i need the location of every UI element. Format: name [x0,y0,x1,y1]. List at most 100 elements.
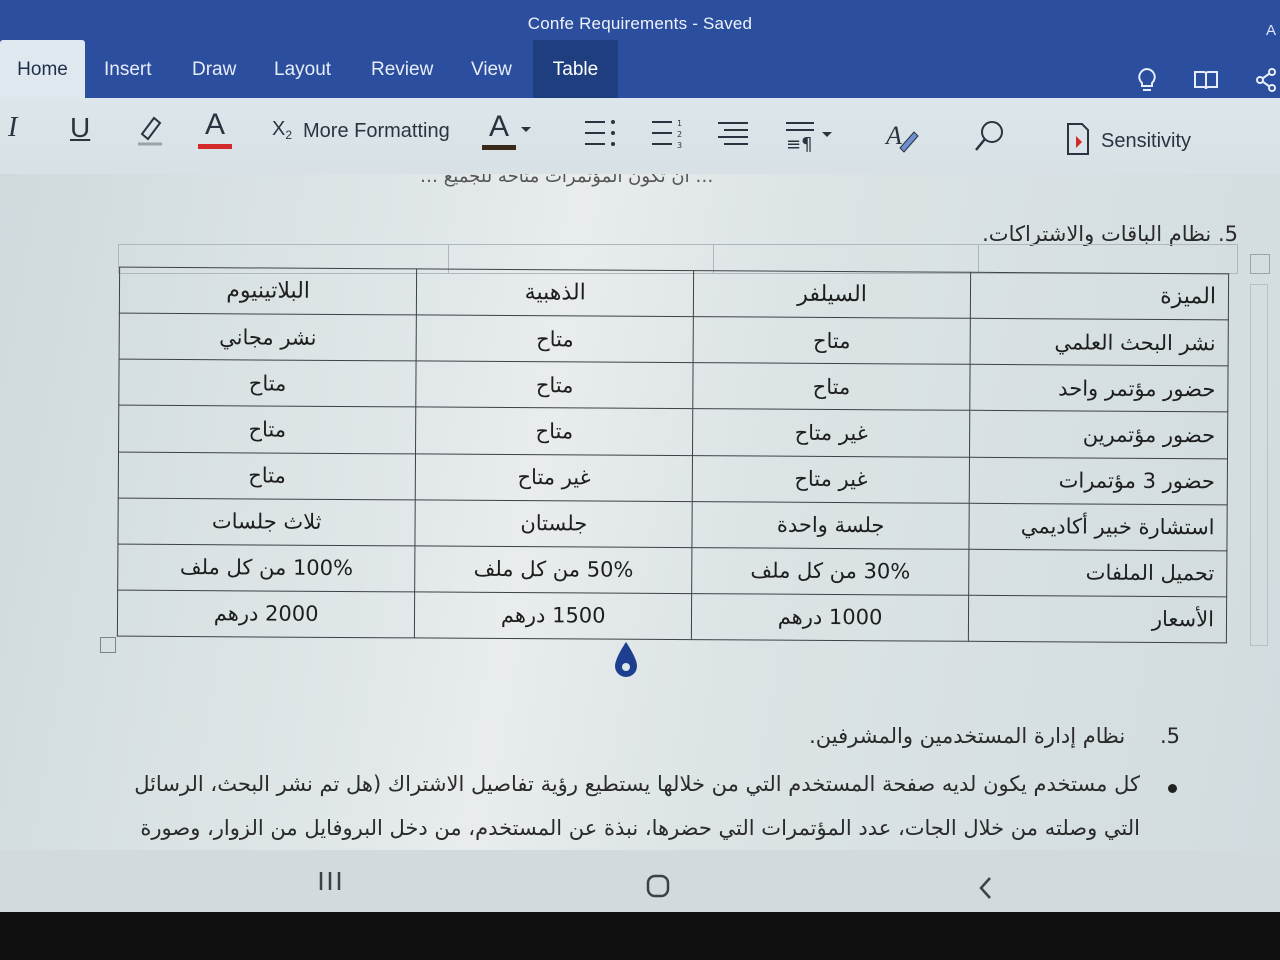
svg-text:1: 1 [677,119,682,128]
table-cell[interactable]: غير متاح [692,408,970,457]
subscript-2: 2 [285,128,293,143]
bullet-marker [1168,784,1177,793]
styles-letter: A [488,110,509,143]
table-row: حضور مؤتمرين غير متاح متاح متاح [118,405,1228,459]
svg-text:≡¶: ≡¶ [786,134,813,152]
table-cell[interactable]: متاح [118,451,416,500]
header-cell-silver[interactable]: السيلفر [693,270,971,319]
styles-pane-icon[interactable]: A [884,118,920,154]
lightbulb-icon[interactable] [1133,66,1161,94]
system-nav-bar [0,850,1280,912]
table-cell[interactable]: متاح [118,359,417,408]
more-formatting-button[interactable]: More Formatting [303,120,450,143]
subscript-x: X [272,118,286,140]
back-icon[interactable] [978,876,994,900]
svg-text:2: 2 [677,130,682,139]
subscript-button[interactable]: X2 [272,118,292,142]
title-bar: Confe Requirements - Saved A [0,0,1280,44]
table-cell[interactable]: متاح [416,361,694,409]
header-cell-feature[interactable]: الميزة [970,272,1229,321]
styles-swatch [482,145,516,150]
table-cell[interactable]: حضور مؤتمر واحد [969,364,1229,413]
recent-apps-icon[interactable] [318,870,342,892]
tab-view[interactable]: View [457,40,526,98]
table-cell[interactable]: استشارة خبير أكاديمي [968,502,1228,551]
styles-button[interactable]: A [482,112,534,150]
italic-button[interactable]: I [8,112,17,144]
table-cell[interactable]: 50% من كل ملف [414,545,693,594]
table-row: حضور مؤتمر واحد متاح متاح متاح [118,359,1229,413]
font-color-swatch [198,144,232,149]
row-select-strip[interactable] [1250,284,1268,646]
tab-table[interactable]: Table [533,40,618,98]
table-cell[interactable]: غير متاح [692,455,970,503]
highlighter-icon[interactable] [134,112,166,148]
table-cell[interactable]: 2000 درهم [117,589,415,638]
list-number: 5. [1159,724,1180,748]
table-cell[interactable]: متاح [118,405,417,454]
table-row: حضور 3 مؤتمرات غير متاح غير متاح متاح [118,451,1228,505]
search-icon[interactable] [972,118,1008,154]
svg-text:A: A [884,121,902,150]
tab-review[interactable]: Review [357,40,447,98]
table-cell[interactable]: 1500 درهم [414,591,692,640]
table-resize-icon[interactable] [100,637,116,653]
tab-insert[interactable]: Insert [90,40,166,98]
table-cell[interactable]: حضور مؤتمرين [969,410,1228,459]
chevron-down-icon [521,127,531,132]
table-cell[interactable]: حضور 3 مؤتمرات [969,456,1228,505]
table-cell[interactable]: ثلاث جلسات [117,497,416,546]
font-color-letter: A [204,108,225,141]
tab-draw[interactable]: Draw [178,40,250,98]
table-cell[interactable]: غير متاح [415,453,693,502]
paragraph-line: التي وصلته من خلال الجات، عدد المؤتمرات … [140,816,1140,840]
table-row: استشارة خبير أكاديمي جلسة واحدة جلستان ث… [117,497,1228,551]
account-initial[interactable]: A [1266,22,1276,39]
table-cell[interactable]: 30% من كل ملف [691,547,969,596]
table-row: نشر البحث العلمي متاح متاح نشر مجاني [119,313,1229,367]
text-cursor-handle-icon[interactable] [612,640,640,682]
home-icon[interactable] [646,874,670,898]
bullets-icon[interactable] [583,118,617,148]
header-cell-gold[interactable]: الذهبية [416,268,694,317]
sensitivity-button[interactable]: Sensitivity [1101,130,1191,153]
numbered-item-text: نظام إدارة المستخدمين والمشرفين. [809,724,1126,748]
numbering-icon[interactable]: 1 2 3 [650,118,684,148]
table-header-row: الميزة السيلفر الذهبية البلاتينيوم [119,267,1229,321]
header-cell-platinum[interactable]: البلاتينيوم [119,267,417,316]
table-cell[interactable]: جلسة واحدة [692,501,970,550]
table-cell[interactable]: متاح [693,316,971,365]
table-cell[interactable]: متاح [416,315,694,363]
table-row: الأسعار 1000 درهم 1500 درهم 2000 درهم [117,589,1227,643]
font-color-button[interactable]: A [198,110,232,149]
table-cell[interactable]: 1000 درهم [691,593,969,642]
packages-table: الميزة السيلفر الذهبية البلاتينيوم نشر ا… [117,267,1229,644]
paragraph-line: كل مستخدم يكون لديه صفحة المستخدم التي م… [134,772,1140,796]
clipped-text-line: … أن تكون المؤتمرات متاحة للجميع … [420,174,714,187]
device-bezel [0,912,1280,960]
document-canvas[interactable]: … أن تكون المؤتمرات متاحة للجميع … 5. نظ… [0,174,1280,850]
tab-layout[interactable]: Layout [260,40,345,98]
svg-text:3: 3 [677,141,682,148]
table-row: تحميل الملفات 30% من كل ملف 50% من كل مل… [117,543,1227,597]
paragraph-direction-icon[interactable]: ≡¶ [784,120,834,152]
table-cell[interactable]: جلستان [415,499,693,548]
table-cell[interactable]: متاح [415,407,693,456]
table-cell[interactable]: متاح [692,362,971,411]
table-cell[interactable]: نشر البحث العلمي [970,318,1229,367]
book-icon[interactable] [1192,66,1220,94]
tab-home[interactable]: Home [0,40,85,98]
table-cell[interactable]: 100% من كل ملف [117,543,416,592]
align-right-icon[interactable] [716,120,750,148]
document-title: Confe Requirements - Saved [527,14,753,33]
share-icon[interactable] [1252,66,1280,94]
underline-button[interactable]: U [70,112,90,144]
table-cell[interactable]: نشر مجاني [119,313,417,362]
numbered-item: 5. نظام إدارة المستخدمين والمشرفين. [809,724,1180,748]
table-cell[interactable]: تحميل الملفات [968,549,1227,597]
section-heading: 5. نظام الباقات والاشتراكات. [982,222,1238,246]
sensitivity-icon[interactable] [1064,122,1092,156]
table-move-icon[interactable] [1250,254,1270,274]
table-cell[interactable]: الأسعار [968,595,1227,643]
ribbon-tabs: Home Insert Draw Layout Review View Tabl… [0,40,1280,98]
